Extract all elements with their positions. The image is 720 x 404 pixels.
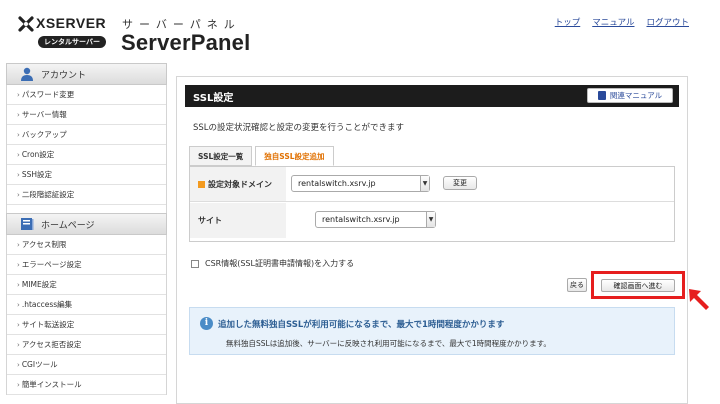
sidebar-item-mime[interactable]: › MIME設定 (7, 275, 166, 295)
arrow-icon: › (17, 380, 20, 389)
arrow-icon: › (17, 360, 20, 369)
main-panel: SSL設定 関連マニュアル SSLの設定状況確認と設定の変更を行うことができます… (176, 76, 688, 404)
sidebar-item-site-forward[interactable]: › サイト転送設定 (7, 315, 166, 335)
arrow-icon: › (17, 90, 20, 99)
top-link[interactable]: トップ (555, 16, 581, 28)
sidebar-item-access-deny[interactable]: › アクセス拒否設定 (7, 335, 166, 355)
sidebar-item-easy-install[interactable]: › 簡単インストール (7, 375, 166, 395)
csr-option[interactable]: CSR情報(SSL証明書申請情報)を入力する (191, 258, 354, 269)
sidebar-account-list: › パスワード変更 › サーバー情報 › バックアップ › Cron設定 › SSH設定 … (6, 85, 167, 205)
arrow-icon: › (17, 130, 20, 139)
notice-box: i 追加した無料独自SSLが利用可能になるまで、最大で1時間程度かかります 無料… (189, 307, 675, 355)
tab-add-ssl[interactable]: 独自SSL設定追加 (255, 146, 334, 166)
sidebar-item-backup[interactable]: › バックアップ (7, 125, 166, 145)
arrow-icon: › (17, 340, 20, 349)
change-button[interactable]: 変更 (443, 176, 477, 190)
arrow-icon: › (17, 170, 20, 179)
title-bar: SSL設定 関連マニュアル (185, 85, 679, 107)
arrow-icon: › (17, 320, 20, 329)
domain-label: 設定対象ドメイン (190, 167, 286, 201)
arrow-icon: › (17, 190, 20, 199)
sidebar-item-cgi[interactable]: › CGIツール (7, 355, 166, 375)
book-icon (21, 218, 34, 230)
arrow-pointer-icon (689, 289, 709, 310)
sidebar-item-2fa[interactable]: › 二段階認証設定 (7, 185, 166, 205)
info-icon: i (200, 317, 213, 330)
csr-checkbox[interactable] (191, 259, 199, 268)
domain-row: 設定対象ドメイン rentalswitch.xsrv.jp ▼ 変更 (190, 167, 674, 202)
site-select[interactable]: rentalswitch.xsrv.jp ▼ (315, 211, 436, 228)
sidebar-heading-account: アカウント (6, 63, 167, 85)
sidebar-gap (6, 205, 167, 213)
logout-link[interactable]: ログアウト (646, 16, 689, 28)
tabs: SSL設定一覧 独自SSL設定追加 (189, 146, 337, 166)
header: XSERVER レンタルサーバー サーバーパネル ServerPanel トップ… (0, 0, 720, 62)
ssl-form: 設定対象ドメイン rentalswitch.xsrv.jp ▼ 変更 サイト r… (189, 166, 675, 242)
notice-body: 無料独自SSLは追加後、サーバーに反映され利用可能になるまで、最大で1時間程度か… (226, 339, 551, 348)
sidebar-item-access-limit[interactable]: › アクセス制限 (7, 235, 166, 255)
arrow-icon: › (17, 240, 20, 249)
site-row: サイト rentalswitch.xsrv.jp ▼ (190, 203, 674, 238)
person-icon (21, 67, 33, 81)
confirm-button[interactable]: 確認画面へ進む (601, 279, 675, 292)
arrow-icon: › (17, 110, 20, 119)
arrow-icon: › (17, 300, 20, 309)
sidebar: アカウント › パスワード変更 › サーバー情報 › バックアップ › Cron設定 ›… (6, 63, 167, 404)
brand-name: XSERVER (36, 15, 107, 31)
sidebar-item-password[interactable]: › パスワード変更 (7, 85, 166, 105)
tab-ssl-list[interactable]: SSL設定一覧 (189, 146, 253, 166)
arrow-icon: › (17, 280, 20, 289)
xserver-logo-icon (18, 16, 34, 32)
page-title: SSL設定 (193, 92, 234, 104)
sidebar-item-error-page[interactable]: › エラーページ設定 (7, 255, 166, 275)
sidebar-heading-homepage: ホームページ (6, 213, 167, 235)
sidebar-item-cron[interactable]: › Cron設定 (7, 145, 166, 165)
confirm-highlight: 確認画面へ進む (591, 271, 685, 299)
arrow-icon: › (17, 150, 20, 159)
arrow-icon: › (17, 260, 20, 269)
sidebar-item-server-info[interactable]: › サーバー情報 (7, 105, 166, 125)
brand-badge: レンタルサーバー (38, 36, 106, 48)
chevron-down-icon: ▼ (420, 176, 429, 191)
site-label: サイト (190, 203, 286, 238)
top-links: トップ マニュアル ログアウト (555, 16, 689, 28)
sidebar-homepage-list: › アクセス制限 › エラーページ設定 › MIME設定 › .htaccess編集 ›… (6, 235, 167, 395)
csr-label: CSR情報(SSL証明書申請情報)を入力する (205, 259, 355, 268)
chevron-down-icon: ▼ (426, 212, 435, 227)
xserver-logo[interactable]: XSERVER レンタルサーバー (18, 14, 108, 54)
related-manual-button[interactable]: 関連マニュアル (587, 88, 673, 103)
manual-link[interactable]: マニュアル (592, 16, 634, 28)
page-description: SSLの設定状況確認と設定の変更を行うことができます (193, 123, 405, 133)
back-button[interactable]: 戻る (567, 278, 587, 292)
notice-heading: 追加した無料独自SSLが利用可能になるまで、最大で1時間程度かかります (218, 320, 505, 330)
panel-title: ServerPanel (121, 30, 251, 55)
domain-select[interactable]: rentalswitch.xsrv.jp ▼ (291, 175, 430, 192)
required-marker-icon (198, 180, 205, 188)
manual-icon (597, 91, 606, 100)
sidebar-item-htaccess[interactable]: › .htaccess編集 (7, 295, 166, 315)
sidebar-item-ssh[interactable]: › SSH設定 (7, 165, 166, 185)
